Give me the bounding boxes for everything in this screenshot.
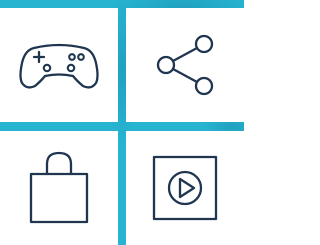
share-tile[interactable] [126, 8, 244, 122]
shopping-bag-icon [29, 151, 89, 224]
shopping-bag-tile[interactable] [0, 131, 118, 245]
icon-grid-canvas [0, 0, 244, 245]
play-button-tile[interactable] [126, 131, 244, 245]
play-button-icon [152, 155, 218, 221]
gamepad-icon [19, 43, 99, 89]
gamepad-tile[interactable] [0, 8, 118, 122]
share-icon [156, 34, 214, 96]
